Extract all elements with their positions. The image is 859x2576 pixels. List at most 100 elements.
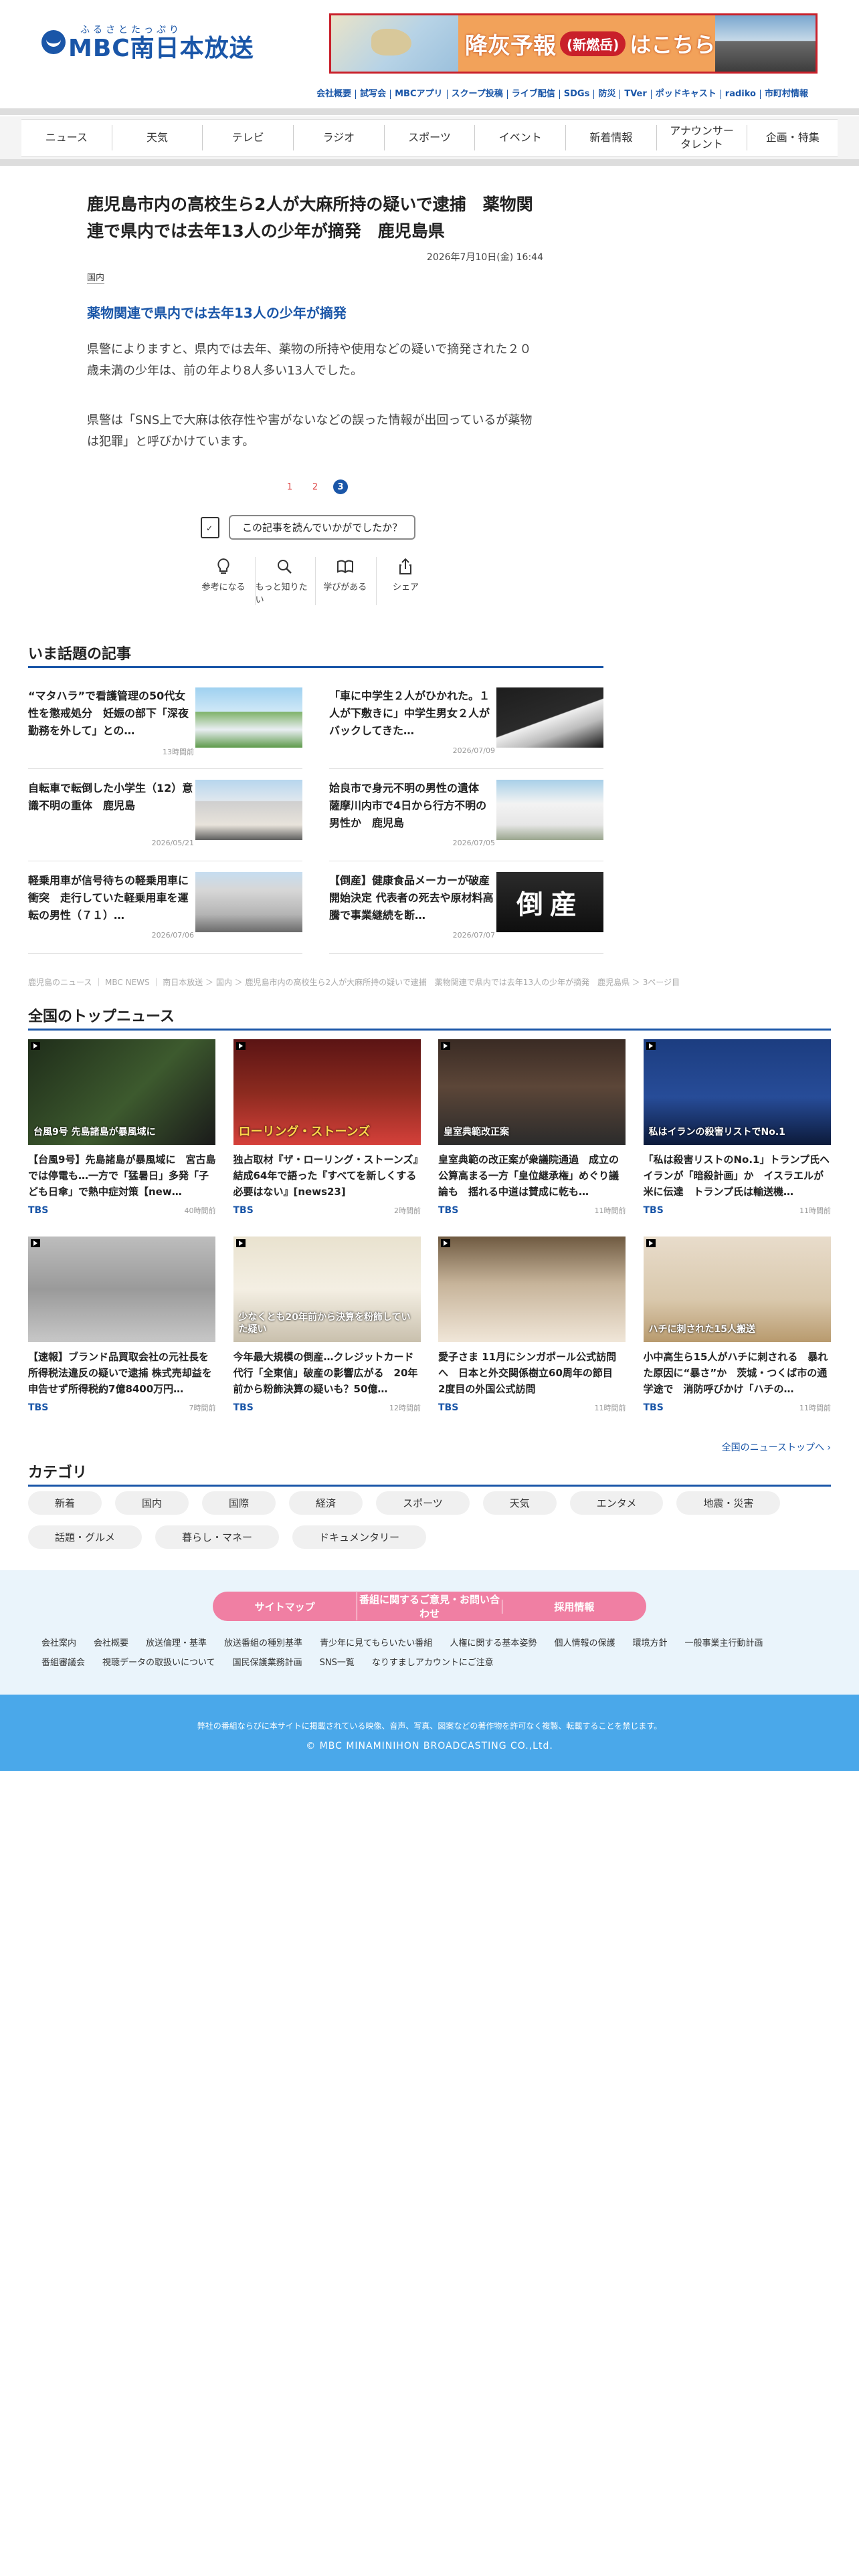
site-logo[interactable]: ふるさとたっぷり MBC南日本放送 [41,23,254,62]
footer-link[interactable]: 会社案内 [41,1636,76,1648]
top-news-title[interactable]: 【速報】ブランド品買取会社の元社長を所得税法違反の疑いで逮捕 株式売却益を申告せ… [28,1349,216,1397]
popular-article-title[interactable]: “マタハラ”で看護管理の50代女性を懲戒処分 妊娠の部下「深夜勤務を外して」との… [28,687,194,740]
popular-article-thumbnail[interactable]: 倒産 [496,872,603,932]
top-news-title[interactable]: 今年最大規模の倒産…クレジットカード代行「全東信」破産の影響広がる 20年前から… [233,1349,421,1397]
top-link[interactable]: 試写会 [355,90,390,99]
category-chip[interactable]: 新着 [28,1491,102,1515]
popular-article-title[interactable]: 【倒産】健康食品メーカーが破産開始決定 代表者の死去や原材料高騰で事業継続を断… [329,872,495,924]
category-chip[interactable]: 暮らし・マネー [155,1525,280,1549]
top-news-thumbnail[interactable]: 台風9号 先島諸島が暴風域に [28,1039,215,1145]
top-news-title[interactable]: 小中高生ら15人がハチに刺される 暴れた原因に“暴さ”か 茨城・つくば市の通学途… [644,1349,832,1397]
top-news-thumbnail[interactable]: 皇室典範改正案 [438,1039,626,1145]
category-chip[interactable]: 話題・グルメ [28,1525,142,1549]
footer-link[interactable]: 一般事業主行動計画 [684,1636,763,1648]
nav-item[interactable]: ラジオ [293,125,384,150]
top-link[interactable]: 市町村情報 [759,90,812,99]
top-link[interactable]: SDGs [559,90,594,99]
footer-link[interactable]: 人権に関する基本姿勢 [450,1636,537,1648]
top-news-item[interactable]: ローリング・ストーンズ独占取材『ザ・ローリング・ストーンズ』結成64年で語った『… [233,1039,421,1223]
footer-link[interactable]: 会社概要 [94,1636,128,1648]
nav-item[interactable]: 新着情報 [565,125,656,150]
top-news-title[interactable]: 独占取材『ザ・ローリング・ストーンズ』結成64年で語った『すべてを新しくする必要… [233,1152,421,1200]
top-link[interactable]: radiko [720,90,760,99]
footer-pink-link[interactable]: サイトマップ [213,1600,357,1614]
top-news-item[interactable]: ハチに刺された15人搬送小中高生ら15人がハチに刺される 暴れた原因に“暴さ”か… [643,1237,832,1420]
top-news-thumbnail[interactable]: ハチに刺された15人搬送 [643,1237,831,1342]
top-link[interactable]: ライブ配信 [506,90,559,99]
footer-link[interactable]: なりすましアカウントにご注意 [372,1655,494,1668]
top-news-more-link[interactable]: 全国のニューストップへ › [722,1440,831,1454]
nav-item[interactable]: テレビ [202,125,293,150]
page-link[interactable]: 2 [308,479,322,494]
category-chip[interactable]: 地震・災害 [676,1491,781,1515]
top-link[interactable]: ポッドキャスト [650,90,721,99]
nav-item[interactable]: イベント [474,125,565,150]
nav-item[interactable]: アナウンサー タレント [656,124,747,150]
top-news-item[interactable]: 私はイランの殺害リストでNo.1 「私は殺害リストのNo.1」トランプ氏ヘイランが… [643,1039,832,1223]
footer-link[interactable]: 環境方針 [632,1636,667,1648]
popular-article-thumbnail[interactable] [496,687,603,748]
popular-article-thumbnail[interactable] [496,780,603,840]
reaction-helpful-button[interactable]: 参考になる [194,557,253,605]
top-link[interactable]: 会社概要 [312,90,355,99]
nav-item[interactable]: スポーツ [383,125,475,150]
top-news-title[interactable]: 皇室典範の改正案が衆議院通過 成立の公算高まる一方「皇位継承権」めぐり議論も 揺… [438,1152,626,1200]
category-chip[interactable]: ドキュメンタリー [292,1525,427,1549]
top-news-thumbnail[interactable]: ローリング・ストーンズ [233,1039,421,1145]
top-link[interactable]: 防災 [593,90,619,99]
top-news-title[interactable]: 愛子さま 11月にシンガポール公式訪問へ 日本と外交関係樹立60周年の節目 2度… [438,1349,626,1397]
popular-article[interactable]: 「車に中学生２人がひかれた。１人が下敷きに」中学生男女２人がバックしてきた… 20… [329,677,603,769]
footer-pink-link[interactable]: 番組に関するご意見・お問い合わせ [357,1592,501,1620]
popular-article-title[interactable]: 自転車で転倒した小学生（12）意識不明の重体 鹿児島 [28,780,194,832]
footer-link[interactable]: 個人情報の保護 [554,1636,615,1648]
top-news-thumbnail[interactable]: 少なくとも20年前から決算を粉飾していた疑い [233,1237,421,1342]
top-news-item[interactable]: 少なくとも20年前から決算を粉飾していた疑い今年最大規模の倒産…クレジットカード… [233,1237,421,1420]
footer-link[interactable]: 国民保護業務計画 [233,1655,302,1668]
footer-pink-link[interactable]: 採用情報 [501,1599,646,1614]
nav-item[interactable]: 天気 [111,125,203,150]
popular-article-thumbnail[interactable] [195,780,302,840]
top-link[interactable]: MBCアプリ [390,90,446,99]
category-chip[interactable]: 国内 [115,1491,189,1515]
footer-link[interactable]: 青少年に見てもらいたい番組 [320,1636,432,1648]
reaction-more-button[interactable]: もっと知りたい [254,557,314,605]
category-chip[interactable]: エンタメ [569,1491,664,1515]
nav-item[interactable]: 企画・特集 [747,125,838,150]
popular-article-title[interactable]: 「車に中学生２人がひかれた。１人が下敷きに」中学生男女２人がバックしてきた… [329,687,495,740]
share-button[interactable]: シェア [375,557,435,605]
reaction-learn-button[interactable]: 学びがある [315,557,374,605]
popular-article-thumbnail[interactable] [195,687,302,748]
page-link[interactable]: 1 [282,479,297,494]
page-link[interactable]: 3 [333,479,348,494]
popular-article[interactable]: 姶良市で身元不明の男性の遺体 薩摩川内市で4日から行方不明の男性か 鹿児島 202… [329,769,603,861]
footer-link[interactable]: 放送倫理・基準 [146,1636,207,1648]
top-news-thumbnail[interactable] [28,1237,215,1342]
nav-item[interactable]: ニュース [21,125,112,150]
top-news-item[interactable]: 皇室典範改正案皇室典範の改正案が衆議院通過 成立の公算高まる一方「皇位継承権」め… [438,1039,626,1223]
footer-link[interactable]: 視聴データの取扱いについて [102,1655,215,1668]
top-news-thumbnail[interactable] [438,1237,626,1342]
popular-article[interactable]: 軽乗用車が信号待ちの軽乗用車に衝突 走行していた軽乗用車を運転の男性（７１）… 2… [28,861,302,954]
category-chip[interactable]: 天気 [482,1491,557,1515]
top-news-item[interactable]: 【速報】ブランド品買取会社の元社長を所得税法違反の疑いで逮捕 株式売却益を申告せ… [28,1237,216,1420]
top-news-title[interactable]: 【台風9号】先島諸島が暴風域に 宮古島では停電も…一方で「猛暑日」多発「子ども日… [28,1152,216,1200]
breadcrumb[interactable]: 鹿児島のニュース ｜ MBC NEWS ｜ 南日本放送 ＞ 国内 ＞ 鹿児島市内… [28,976,680,988]
top-news-thumbnail[interactable]: 私はイランの殺害リストでNo.1 [643,1039,831,1145]
popular-article-title[interactable]: 姶良市で身元不明の男性の遺体 薩摩川内市で4日から行方不明の男性か 鹿児島 [329,780,495,832]
article-category[interactable]: 国内 [87,270,105,284]
popular-article-title[interactable]: 軽乗用車が信号待ちの軽乗用車に衝突 走行していた軽乗用車を運転の男性（７１）… [28,872,194,924]
top-news-item[interactable]: 愛子さま 11月にシンガポール公式訪問へ 日本と外交関係樹立60周年の節目 2度… [438,1237,626,1420]
top-link[interactable]: スクープ投稿 [446,90,507,99]
top-news-item[interactable]: 台風9号 先島諸島が暴風域に【台風9号】先島諸島が暴風域に 宮古島では停電も…一… [28,1039,216,1223]
popular-article[interactable]: “マタハラ”で看護管理の50代女性を懲戒処分 妊娠の部下「深夜勤務を外して」との… [28,677,302,769]
top-link[interactable]: TVer [619,90,650,99]
top-news-title[interactable]: 「私は殺害リストのNo.1」トランプ氏ヘイランが「暗殺計画」か イスラエルが米に… [644,1152,832,1200]
category-chip[interactable]: 国際 [202,1491,276,1515]
popular-article-thumbnail[interactable] [195,872,302,932]
category-chip[interactable]: 経済 [289,1491,363,1515]
footer-link[interactable]: 放送番組の種別基準 [224,1636,302,1648]
popular-article[interactable]: 自転車で転倒した小学生（12）意識不明の重体 鹿児島 2026/05/21 [28,769,302,861]
footer-link[interactable]: 番組審議会 [41,1655,85,1668]
popular-article[interactable]: 【倒産】健康食品メーカーが破産開始決定 代表者の死去や原材料高騰で事業継続を断…… [329,861,603,954]
category-chip[interactable]: スポーツ [376,1491,470,1515]
